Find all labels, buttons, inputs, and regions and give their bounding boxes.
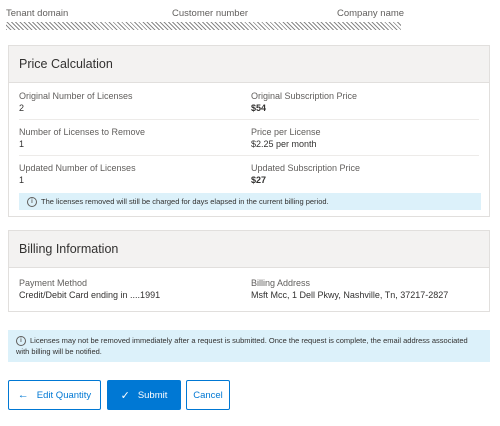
- submit-button[interactable]: ✓ Submit: [107, 380, 181, 410]
- submit-label: Submit: [137, 389, 168, 401]
- redacted-bar: [6, 22, 401, 30]
- customer-number-label: Customer number: [172, 8, 249, 19]
- original-licenses-label: Original Number of Licenses: [19, 91, 133, 101]
- divider: [19, 119, 479, 120]
- price-calculation-title: Price Calculation: [9, 46, 489, 83]
- cancel-label: Cancel: [193, 389, 223, 401]
- updated-price-label: Updated Subscription Price: [251, 163, 361, 173]
- info-icon: i: [16, 336, 26, 347]
- billing-address-value: Msft Mcc, 1 Dell Pkwy, Nashville, Tn, 37…: [251, 290, 449, 300]
- tenant-header: Tenant domain Customer number Company na…: [6, 8, 494, 22]
- licenses-remove-label: Number of Licenses to Remove: [19, 127, 146, 137]
- arrow-left-icon: ←: [17, 389, 29, 401]
- removal-notice-text: Licenses may not be removed immediately …: [16, 336, 468, 357]
- edit-quantity-button[interactable]: ← Edit Quantity: [8, 380, 101, 410]
- edit-quantity-label: Edit Quantity: [36, 389, 92, 401]
- updated-licenses-field: Updated Number of Licenses 1: [19, 162, 136, 186]
- price-per-license-field: Price per License $2.25 per month: [251, 126, 321, 150]
- billing-period-note-text: The licenses removed will still be charg…: [41, 197, 329, 206]
- billing-address-label: Billing Address: [251, 278, 311, 288]
- price-per-license-label: Price per License: [251, 127, 321, 137]
- original-price-field: Original Subscription Price $54: [251, 90, 357, 114]
- billing-information-title: Billing Information: [9, 231, 489, 268]
- original-price-value: $54: [251, 103, 267, 113]
- updated-price-value: $27: [251, 175, 267, 185]
- updated-licenses-label: Updated Number of Licenses: [19, 163, 136, 173]
- price-per-license-value: $2.25 per month: [251, 139, 317, 149]
- original-licenses-value: 2: [19, 103, 25, 113]
- payment-method-label: Payment Method: [19, 278, 88, 288]
- original-price-label: Original Subscription Price: [251, 91, 358, 101]
- info-icon: i: [27, 197, 37, 208]
- licenses-remove-value: 1: [19, 139, 25, 149]
- updated-licenses-value: 1: [19, 175, 25, 185]
- licenses-remove-field: Number of Licenses to Remove 1: [19, 126, 145, 150]
- billing-period-note: i The licenses removed will still be char…: [19, 193, 481, 210]
- company-name-label: Company name: [337, 8, 405, 19]
- updated-price-field: Updated Subscription Price $27: [251, 162, 360, 186]
- checkmark-icon: ✓: [120, 389, 130, 402]
- payment-method-field: Payment Method Credit/Debit Card ending …: [19, 277, 160, 301]
- tenant-domain-label: Tenant domain: [6, 8, 69, 19]
- payment-method-value: Credit/Debit Card ending in ....1991: [19, 290, 161, 300]
- cancel-button[interactable]: Cancel: [186, 380, 230, 410]
- price-calculation-card: Price Calculation Original Number of Lic…: [8, 45, 490, 217]
- divider: [19, 155, 479, 156]
- removal-notice: i Licenses may not be removed immediately…: [8, 330, 490, 362]
- billing-information-card: Billing Information Payment Method Credi…: [8, 230, 490, 312]
- original-licenses-field: Original Number of Licenses 2: [19, 90, 133, 114]
- billing-address-field: Billing Address Msft Mcc, 1 Dell Pkwy, N…: [251, 277, 448, 301]
